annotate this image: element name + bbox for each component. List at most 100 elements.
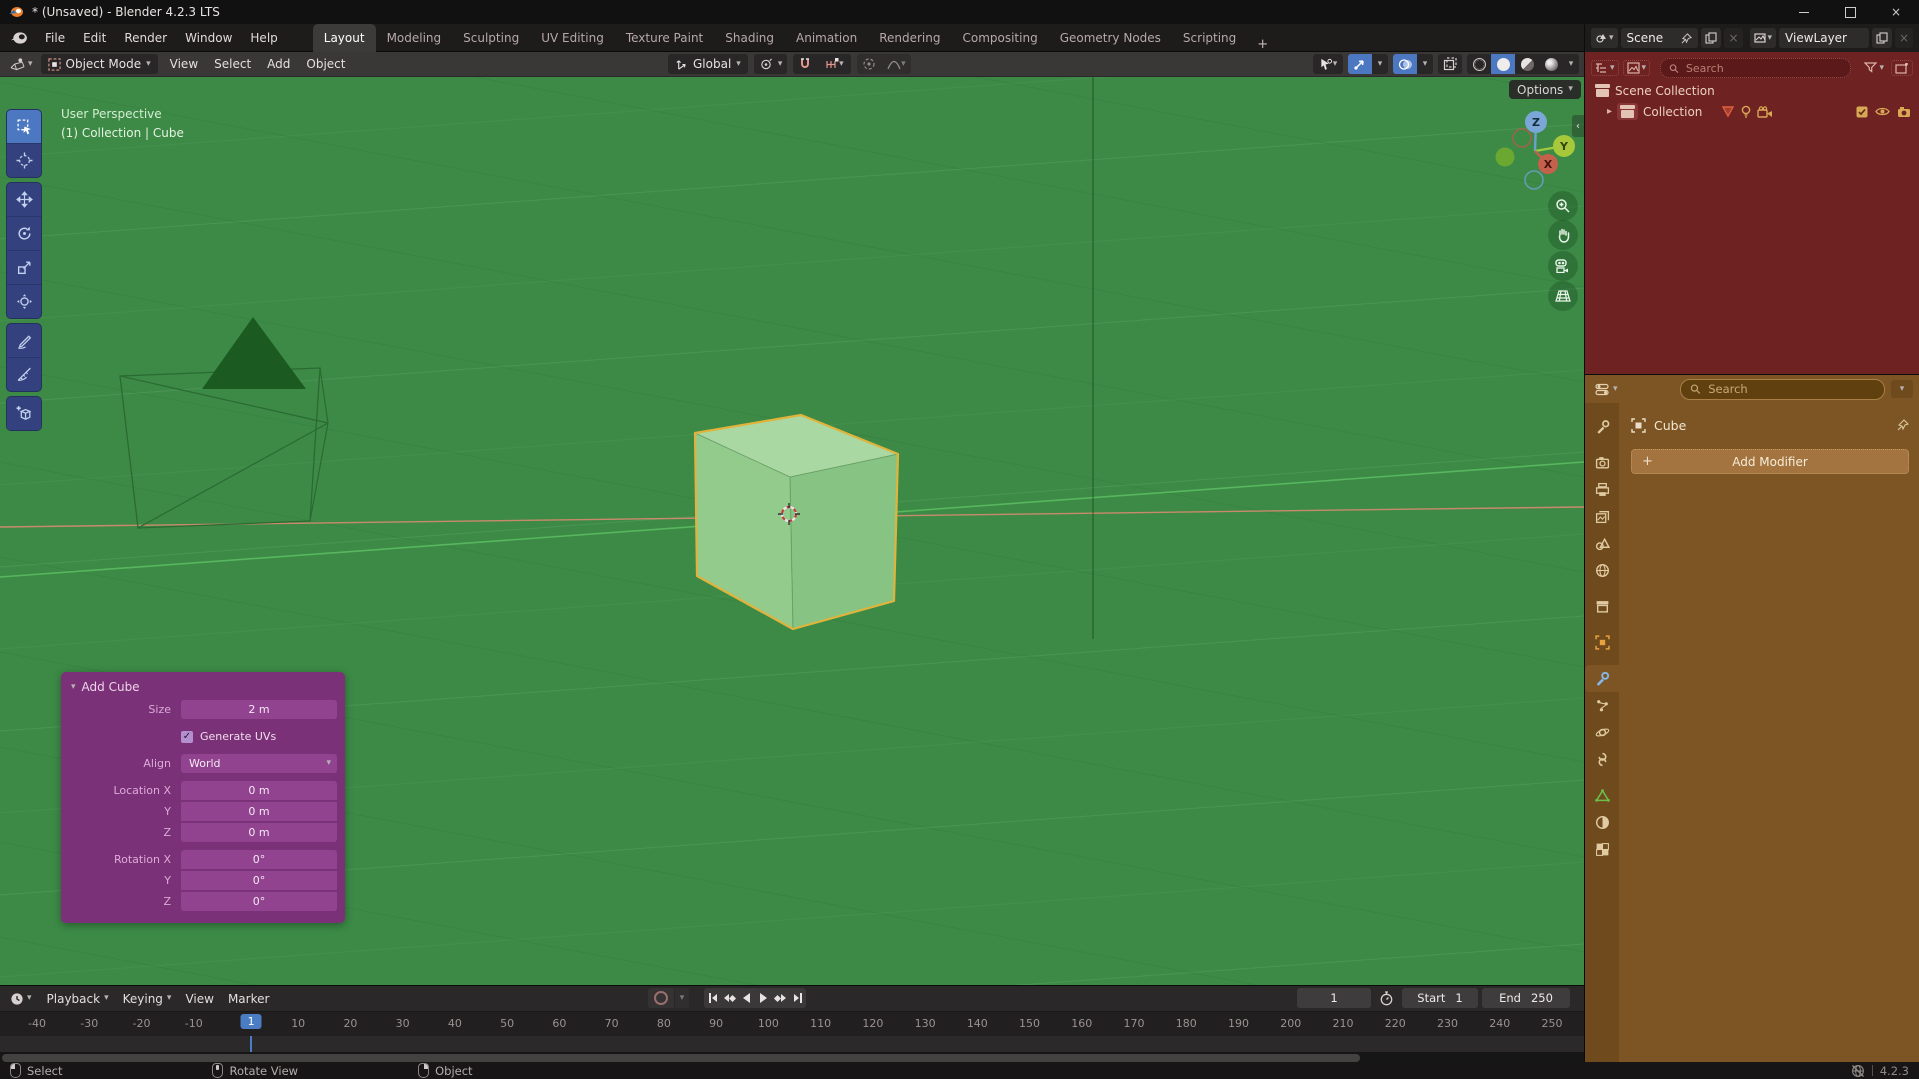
maximize-button[interactable]	[1827, 0, 1873, 24]
overlays-dropdown[interactable]: ▾	[1417, 54, 1433, 74]
viewlayer-name-field[interactable]: ViewLayer	[1779, 28, 1869, 48]
workspace-tab-texture-paint[interactable]: Texture Paint	[615, 24, 714, 52]
close-button[interactable]: ×	[1873, 0, 1919, 24]
outliner-search[interactable]	[1660, 58, 1851, 78]
play-button[interactable]	[755, 988, 772, 1008]
properties-tab-particles[interactable]	[1585, 692, 1619, 719]
shading-material-button[interactable]	[1515, 54, 1539, 74]
workspace-tab-layout[interactable]: Layout	[313, 24, 376, 52]
zoom-button[interactable]	[1548, 191, 1578, 221]
current-frame-indicator[interactable]: 1	[241, 1014, 262, 1029]
gizmo-neg-z[interactable]	[1525, 171, 1543, 189]
properties-tab-output[interactable]	[1585, 476, 1619, 503]
workspace-tab-animation[interactable]: Animation	[785, 24, 868, 52]
shading-dropdown[interactable]: ▾	[1563, 54, 1579, 74]
proportional-falloff-dropdown[interactable]: ▾	[881, 54, 911, 74]
menu-render[interactable]: Render	[115, 24, 176, 52]
auto-keying-dropdown[interactable]: ▾	[674, 988, 689, 1008]
workspace-tab-uv-editing[interactable]: UV Editing	[530, 24, 615, 52]
snap-toggle[interactable]	[793, 54, 817, 74]
outliner-search-input[interactable]	[1684, 61, 1843, 76]
properties-search-input[interactable]	[1706, 381, 1875, 397]
cube-object[interactable]	[695, 415, 898, 629]
perspective-toggle-button[interactable]	[1548, 281, 1578, 311]
add-workspace-button[interactable]: +	[1247, 37, 1278, 52]
tool-annotate[interactable]	[7, 324, 41, 357]
menu-edit[interactable]: Edit	[74, 24, 115, 52]
camera-view-button[interactable]	[1548, 251, 1578, 281]
properties-tab-view-layer[interactable]	[1585, 503, 1619, 530]
timeline-menu-keying[interactable]: Keying▾	[116, 992, 179, 1006]
location-z-field[interactable]: 0 m	[181, 823, 337, 842]
new-viewlayer-button[interactable]	[1872, 28, 1892, 48]
properties-tab-scene[interactable]	[1585, 530, 1619, 557]
show-gizmos-toggle[interactable]	[1348, 54, 1372, 74]
generate-uvs-checkbox[interactable]: ✓	[181, 731, 193, 743]
tool-transform[interactable]	[7, 284, 41, 318]
frame-start-field[interactable]: Start 1	[1402, 988, 1478, 1008]
properties-tab-physics[interactable]	[1585, 719, 1619, 746]
location-y-field[interactable]: 0 m	[181, 802, 337, 821]
hide-eye-icon[interactable]	[1875, 106, 1890, 117]
timeline-track-area[interactable]	[0, 1036, 1584, 1052]
operator-panel-header[interactable]: ▾ Add Cube	[61, 672, 345, 700]
stopwatch-icon[interactable]	[1379, 991, 1394, 1006]
disable-render-icon[interactable]	[1897, 106, 1911, 118]
properties-tab-constraints[interactable]	[1585, 746, 1619, 773]
workspace-tab-rendering[interactable]: Rendering	[868, 24, 951, 52]
tool-move[interactable]	[7, 183, 41, 216]
gizmos-dropdown[interactable]: ▾	[1372, 54, 1388, 74]
tool-measure[interactable]	[7, 357, 41, 391]
remove-viewlayer-button[interactable]: ×	[1895, 28, 1913, 48]
gizmo-neg-x[interactable]	[1513, 129, 1531, 147]
frame-end-field[interactable]: End 250	[1482, 988, 1570, 1008]
workspace-tab-modeling[interactable]: Modeling	[376, 24, 453, 52]
tool-select-box[interactable]	[7, 110, 41, 143]
current-frame-field[interactable]: 1	[1297, 988, 1371, 1008]
outliner-row-scene-collection[interactable]: Scene Collection	[1585, 80, 1919, 101]
workspace-tab-sculpting[interactable]: Sculpting	[452, 24, 530, 52]
properties-tab-collection[interactable]	[1585, 593, 1619, 620]
jump-to-end-button[interactable]	[789, 988, 806, 1008]
viewport-menu-object[interactable]: Object	[298, 57, 353, 71]
properties-tab-object[interactable]	[1585, 629, 1619, 656]
workspace-tab-compositing[interactable]: Compositing	[951, 24, 1048, 52]
timeline-ruler[interactable]: 1 -40-30-20-1010203040506070809010011012…	[0, 1011, 1584, 1036]
transform-orientation-dropdown[interactable]: Global ▾	[668, 54, 748, 74]
shading-wireframe-button[interactable]	[1467, 54, 1491, 74]
menu-file[interactable]: File	[36, 24, 74, 52]
location-x-field[interactable]: 0 m	[181, 781, 337, 800]
new-scene-button[interactable]	[1701, 28, 1721, 48]
menu-help[interactable]: Help	[241, 24, 286, 52]
properties-tab-modifiers[interactable]	[1585, 665, 1619, 692]
workspace-tab-geometry-nodes[interactable]: Geometry Nodes	[1049, 24, 1172, 52]
menu-window[interactable]: Window	[176, 24, 241, 52]
pin-icon[interactable]	[1681, 33, 1692, 44]
properties-search[interactable]	[1680, 379, 1885, 400]
xray-toggle[interactable]	[1438, 54, 1462, 74]
outliner-display-mode-button[interactable]: ▾	[1591, 60, 1619, 76]
mode-dropdown[interactable]: Object Mode ▾	[41, 54, 158, 74]
options-button[interactable]: Options ▾	[1509, 80, 1581, 99]
pivot-point-dropdown[interactable]: ▾	[754, 54, 788, 74]
timeline-menu-marker[interactable]: Marker	[221, 992, 276, 1006]
play-reverse-button[interactable]	[738, 988, 755, 1008]
previous-keyframe-button[interactable]	[721, 988, 738, 1008]
align-dropdown[interactable]: World▾	[181, 754, 337, 773]
shading-solid-button[interactable]	[1491, 54, 1515, 74]
properties-tab-texture[interactable]	[1585, 836, 1619, 863]
viewport-menu-select[interactable]: Select	[206, 57, 259, 71]
scrollbar-handle[interactable]	[2, 1054, 1360, 1062]
viewport-3d[interactable]: Z Y X User Perspective (1) Collection | …	[0, 77, 1584, 985]
expand-chevron-icon[interactable]: ▸	[1607, 106, 1612, 117]
add-modifier-button[interactable]: + Add Modifier	[1631, 449, 1909, 474]
camera-object[interactable]	[120, 317, 328, 528]
rotation-y-field[interactable]: 0°	[181, 871, 337, 890]
editor-type-button[interactable]: ▾	[6, 54, 37, 74]
next-keyframe-button[interactable]	[772, 988, 789, 1008]
viewport-menu-add[interactable]: Add	[259, 57, 298, 71]
outliner-row-collection[interactable]: ▸ Collection	[1585, 101, 1919, 122]
shading-rendered-button[interactable]	[1539, 54, 1563, 74]
timeline-editor-type-button[interactable]: ▾	[6, 989, 36, 1009]
workspace-tab-scripting[interactable]: Scripting	[1172, 24, 1247, 52]
